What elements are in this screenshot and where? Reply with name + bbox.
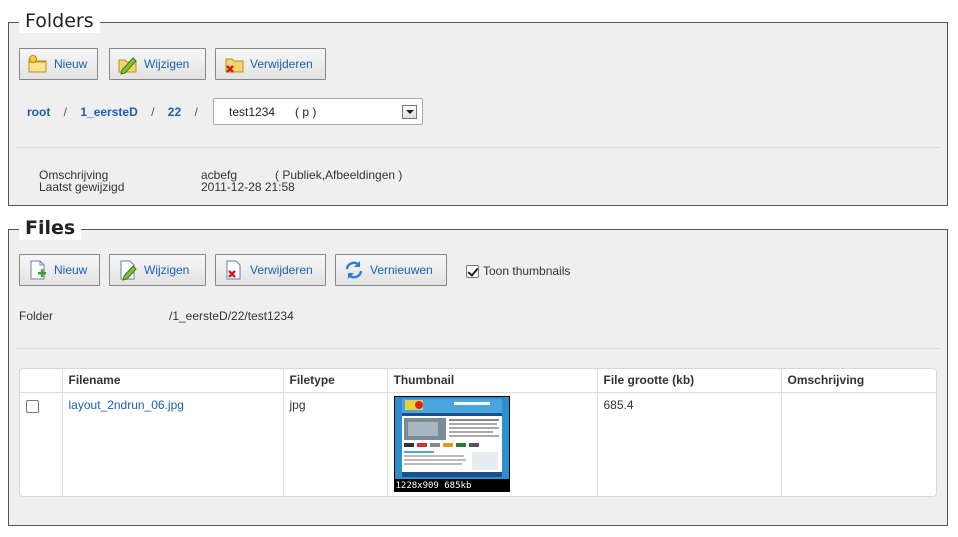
- new-file-label: Nieuw: [54, 263, 88, 277]
- edit-file-icon: [120, 260, 137, 281]
- breadcrumb-22[interactable]: 22: [168, 105, 181, 119]
- new-folder-icon: [28, 55, 47, 73]
- file-thumbnail[interactable]: 1228x909 685kb: [393, 395, 510, 492]
- column-header-filename[interactable]: Filename: [62, 369, 284, 393]
- chevron-down-icon[interactable]: [402, 105, 417, 119]
- column-header-description[interactable]: Omschrijving: [781, 369, 936, 393]
- delete-folder-button[interactable]: Verwijderen: [215, 48, 326, 80]
- column-header-filetype[interactable]: Filetype: [283, 369, 388, 393]
- folder-select[interactable]: test1234 ( p ): [213, 98, 423, 125]
- folders-panel: Folders Nieuw Wijzigen Verwijderen root …: [8, 9, 948, 206]
- column-header-select: [20, 369, 63, 393]
- show-thumbnails-checkbox[interactable]: [466, 264, 479, 278]
- show-thumbnails-toggle[interactable]: Toon thumbnails: [466, 264, 570, 278]
- modified-value: 2011-12-28 21:58: [201, 180, 295, 194]
- edit-folder-button[interactable]: Wijzigen: [109, 48, 206, 80]
- new-file-button[interactable]: Nieuw: [19, 254, 100, 286]
- breadcrumb: root / 1_eersteD / 22 /: [27, 105, 198, 119]
- edit-folder-icon: [118, 57, 137, 75]
- modified-label: Laatst gewijzigd: [39, 180, 125, 194]
- show-thumbnails-label: Toon thumbnails: [483, 264, 571, 278]
- thumbnail-caption: 1228x909 685kb: [395, 480, 472, 491]
- column-header-size[interactable]: File grootte (kb): [597, 369, 782, 393]
- folders-legend: Folders: [19, 9, 100, 33]
- divider: [17, 147, 939, 148]
- table-header-row: Filename Filetype Thumbnail File grootte…: [20, 369, 936, 393]
- table-row[interactable]: layout_2ndrun_06.jpg jpg 1228x909 685kb …: [20, 392, 936, 496]
- column-header-thumbnail[interactable]: Thumbnail: [387, 369, 598, 393]
- file-link[interactable]: layout_2ndrun_06.jpg: [69, 398, 184, 412]
- folder-path: /1_eersteD/22/test1234: [169, 309, 294, 323]
- file-size: 685.4: [597, 392, 782, 496]
- refresh-icon: [345, 261, 363, 279]
- delete-folder-label: Verwijderen: [250, 57, 313, 71]
- file-type: jpg: [283, 392, 388, 496]
- divider: [17, 348, 939, 349]
- new-folder-button[interactable]: Nieuw: [19, 48, 98, 80]
- delete-file-button[interactable]: Verwijderen: [215, 254, 326, 286]
- edit-folder-label: Wijzigen: [144, 57, 190, 71]
- breadcrumb-1-eersted[interactable]: 1_eersteD: [80, 105, 137, 119]
- new-file-icon: [30, 260, 46, 280]
- folder-select-value: test1234 ( p ): [229, 105, 317, 119]
- files-panel: Files Nieuw Wijzigen Verwijderen Vernieu…: [8, 216, 948, 526]
- delete-folder-icon: [225, 58, 244, 73]
- thumbnail-image: [394, 396, 509, 479]
- files-table: Filename Filetype Thumbnail File grootte…: [19, 368, 937, 497]
- delete-file-label: Verwijderen: [250, 263, 313, 277]
- files-legend: Files: [19, 216, 82, 240]
- folder-label: Folder: [19, 309, 54, 323]
- refresh-label: Vernieuwen: [370, 263, 433, 277]
- row-select-checkbox[interactable]: [26, 399, 39, 413]
- refresh-button[interactable]: Vernieuwen: [335, 254, 447, 286]
- edit-file-label: Wijzigen: [144, 263, 190, 277]
- edit-file-button[interactable]: Wijzigen: [109, 254, 206, 286]
- new-folder-label: Nieuw: [54, 57, 88, 71]
- delete-file-icon: [226, 260, 241, 280]
- file-description: [781, 392, 936, 496]
- breadcrumb-root[interactable]: root: [27, 105, 50, 119]
